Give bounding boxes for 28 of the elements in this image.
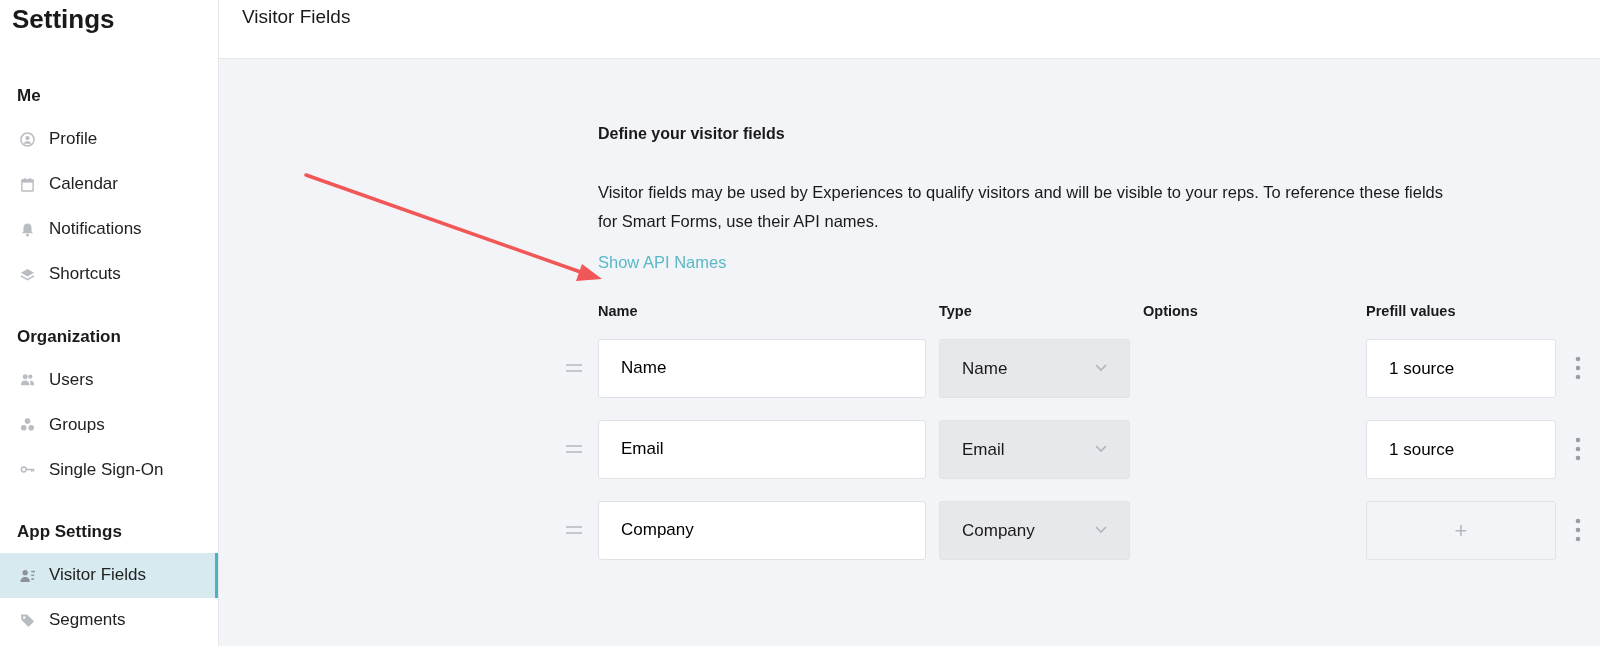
sidebar-item[interactable]: Visitor Fields: [0, 552, 218, 598]
column-header: Type: [939, 302, 973, 322]
prefill-button[interactable]: 1 source: [1366, 338, 1556, 398]
sidebar-item[interactable]: Single Sign-On: [0, 447, 218, 492]
description-text: Visitor fields may be used by Experiences to qualify visitors and will be visible to your reps. To reference these fields for Smart Forms, use their API names.: [598, 182, 1444, 233]
column-header: Prefill values: [1366, 302, 1457, 322]
section-heading: Organization: [16, 325, 122, 348]
prefill-button[interactable]: 1 source: [1366, 419, 1556, 479]
type-dropdown[interactable]: Name: [939, 338, 1130, 398]
page-title: Settings: [11, 3, 116, 36]
sidebar-item[interactable]: Notifications: [0, 206, 218, 252]
section-heading: App Settings: [16, 521, 123, 543]
section-heading: Define your visitor fields: [598, 124, 786, 144]
name-field[interactable]: Email: [598, 419, 926, 479]
type-dropdown[interactable]: Email: [939, 419, 1130, 479]
section-heading: Me: [16, 85, 42, 107]
name-field[interactable]: Name: [598, 338, 926, 398]
sidebar-item[interactable]: Calendar: [0, 161, 218, 207]
sidebar-item[interactable]: Shortcuts: [0, 251, 218, 297]
column-header: Name: [598, 302, 639, 322]
page-heading: Visitor Fields: [242, 6, 352, 29]
name-field[interactable]: Company: [598, 500, 926, 560]
type-dropdown[interactable]: Company: [939, 500, 1130, 560]
sidebar-item[interactable]: Profile: [0, 116, 218, 162]
column-header: Options: [1143, 302, 1199, 322]
sidebar-item[interactable]: Groups: [0, 402, 218, 447]
sidebar-item[interactable]: Users: [0, 357, 218, 402]
sidebar-item[interactable]: Segments: [0, 597, 218, 643]
